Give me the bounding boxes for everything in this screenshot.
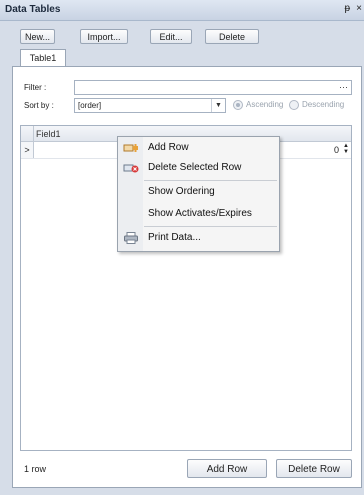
menu-item-label: Delete Selected Row: [148, 162, 242, 173]
chevron-down-icon[interactable]: ▼: [211, 99, 225, 112]
sort-label: Sort by :: [24, 101, 54, 110]
row-header-corner: [21, 126, 34, 141]
menu-item-delete-selected-row[interactable]: Delete Selected Row: [118, 158, 279, 178]
filter-input[interactable]: ···: [74, 80, 352, 95]
import-button[interactable]: Import...: [80, 29, 128, 44]
add-row-button[interactable]: Add Row: [187, 459, 267, 478]
close-icon[interactable]: ×: [356, 3, 362, 14]
panel-title: Data Tables: [5, 4, 61, 15]
menu-separator: [144, 226, 277, 227]
menu-item-label: Print Data...: [148, 232, 201, 243]
descending-radio[interactable]: [289, 100, 299, 110]
ascending-label: Ascending: [246, 100, 284, 109]
column-header-field1[interactable]: Field1: [36, 129, 61, 139]
edit-button[interactable]: Edit...: [150, 29, 192, 44]
ascending-radio[interactable]: [233, 100, 243, 110]
row-indicator: >: [21, 142, 34, 158]
filter-browse-button[interactable]: ···: [339, 82, 348, 92]
printer-icon: [123, 232, 139, 244]
data-tables-panel: Data Tables ᵽ × New... Import... Edit...…: [0, 0, 364, 495]
new-button[interactable]: New...: [20, 29, 55, 44]
menu-item-add-row[interactable]: Add Row: [118, 138, 279, 158]
menu-item-label: Show Ordering: [148, 186, 215, 197]
sort-value: [order]: [78, 101, 102, 110]
descending-label: Descending: [302, 100, 345, 109]
title-bar: Data Tables ᵽ ×: [0, 0, 364, 21]
context-menu: Add Row Delete Selected Row Show Orderin…: [117, 136, 280, 252]
delete-button[interactable]: Delete: [205, 29, 259, 44]
delete-row-icon: [123, 162, 139, 174]
menu-separator: [144, 180, 277, 181]
menu-item-print-data[interactable]: Print Data...: [118, 228, 279, 248]
filter-label: Filter :: [24, 83, 47, 92]
menu-item-label: Show Activates/Expires: [148, 208, 252, 219]
pin-icon[interactable]: ᵽ: [344, 3, 350, 14]
row-count: 1 row: [24, 464, 47, 474]
tab-table1[interactable]: Table1: [20, 49, 66, 66]
menu-item-show-ordering[interactable]: Show Ordering: [118, 182, 279, 202]
menu-item-label: Add Row: [148, 142, 189, 153]
menu-item-show-activates-expires[interactable]: Show Activates/Expires: [118, 204, 279, 224]
delete-row-button[interactable]: Delete Row: [276, 459, 352, 478]
sort-select[interactable]: [order] ▼: [74, 98, 226, 113]
spinner-icon[interactable]: ▲ ▼: [343, 143, 349, 155]
cell-value[interactable]: 0: [334, 145, 339, 155]
add-row-icon: [123, 142, 139, 154]
